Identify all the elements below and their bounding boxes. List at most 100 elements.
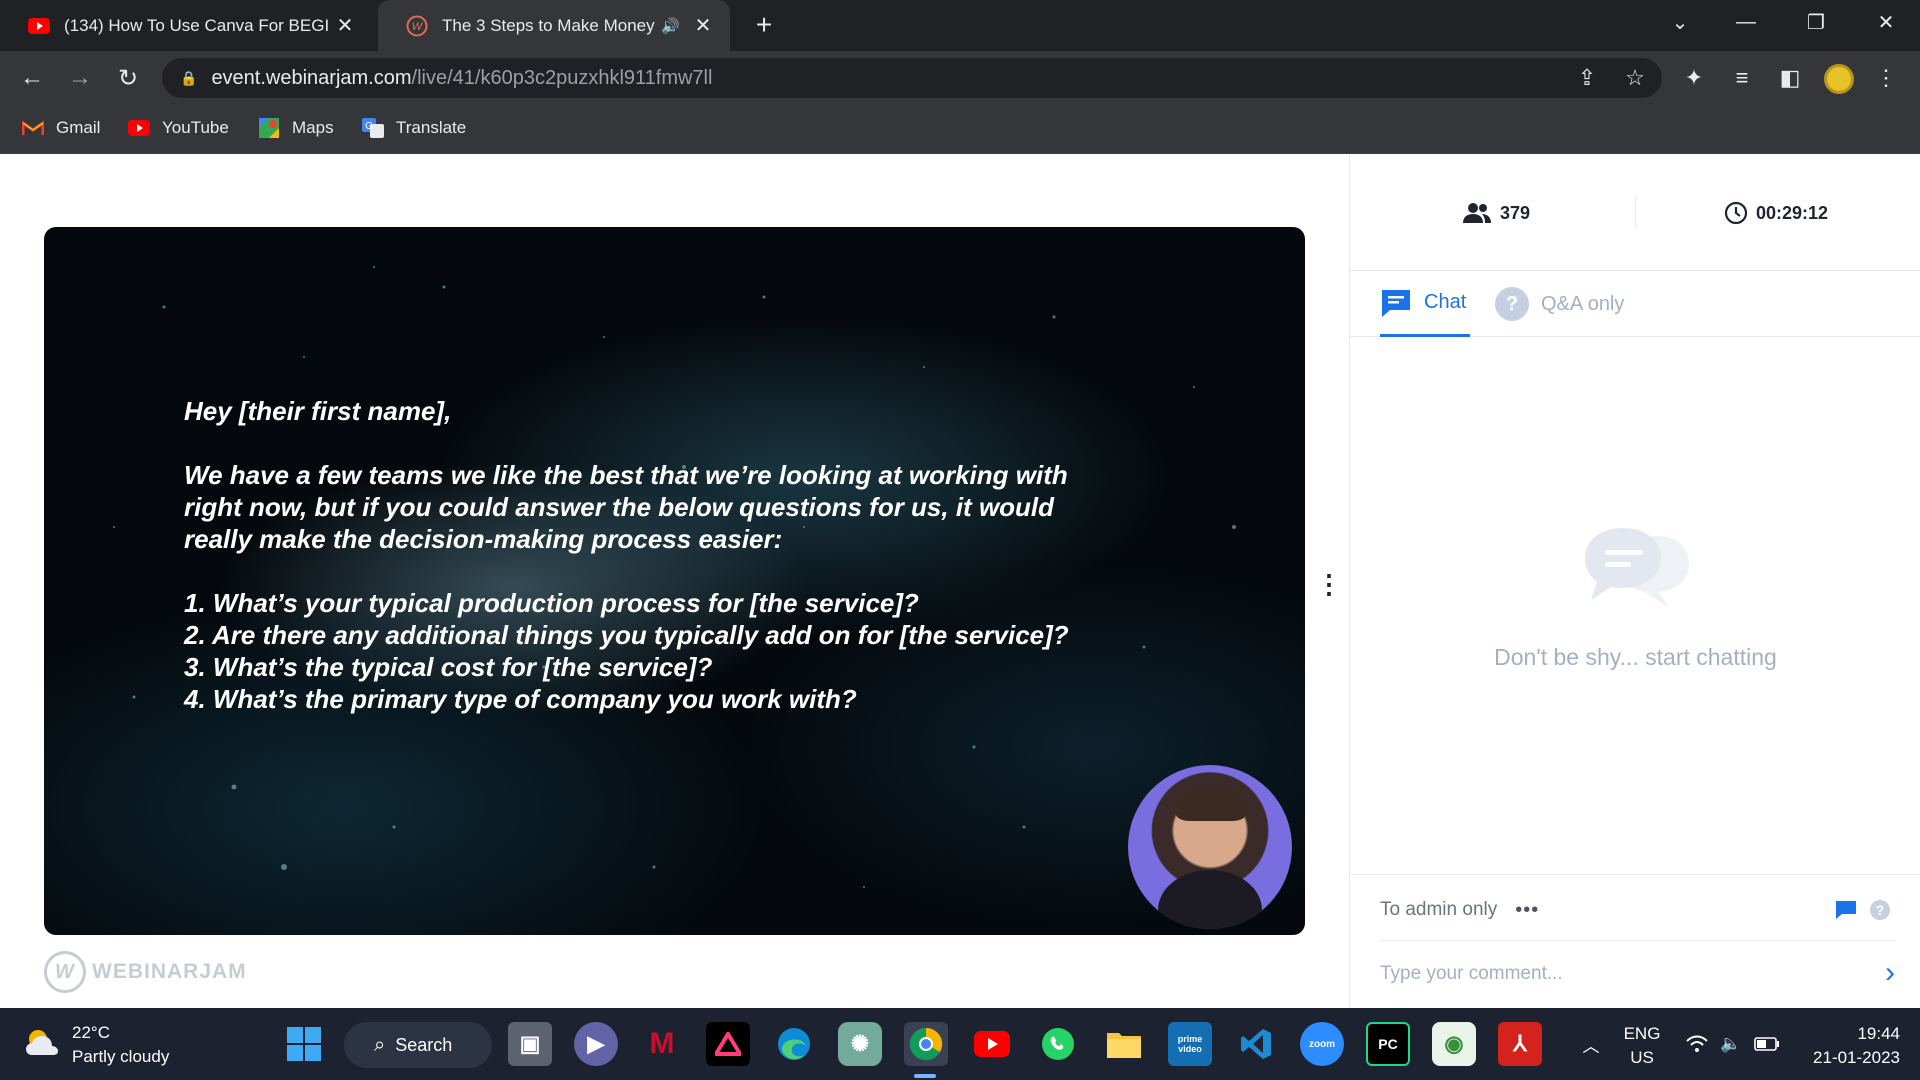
tab-title: The 3 Steps to Make Money: [442, 15, 655, 35]
webinarjam-logo-mark: W: [44, 951, 86, 993]
bookmark-label: Gmail: [56, 117, 101, 137]
chat-tabs: Chat ? Q&A only: [1350, 271, 1920, 337]
youtube-icon: [28, 15, 50, 37]
logo-text: WEBINARJAM: [92, 960, 247, 983]
presenter-hair: [1176, 787, 1246, 821]
bookmark-label: YouTube: [162, 117, 229, 137]
extensions-icon[interactable]: ✦: [1678, 62, 1710, 94]
chat-sidebar: 379 00:29:12 Chat ? Q&A only Don't be sh…: [1349, 154, 1920, 1008]
slide-question: 3. What’s the typical cost for [the serv…: [184, 652, 713, 682]
clock-date: 21-01-2023: [1813, 1048, 1900, 1067]
pycharm-icon[interactable]: PC: [1366, 1022, 1410, 1066]
reload-icon[interactable]: ↻: [110, 60, 146, 96]
weather-temperature: 22°C: [72, 1023, 110, 1042]
more-options-icon[interactable]: ⋮: [1311, 554, 1347, 614]
webinarjam-logo: W WEBINARJAM: [44, 950, 247, 994]
new-tab-button[interactable]: +: [748, 9, 780, 41]
vscode-icon[interactable]: [1234, 1022, 1278, 1066]
svg-text:G: G: [365, 121, 373, 132]
composer-divider: [1350, 874, 1920, 875]
android-studio-icon[interactable]: ◉: [1432, 1022, 1476, 1066]
ellipsis-icon[interactable]: •••: [1515, 899, 1539, 922]
volume-icon[interactable]: 🔈: [1716, 1008, 1746, 1080]
bookmark-youtube[interactable]: YouTube: [128, 105, 229, 150]
window-close-icon[interactable]: ✕: [1856, 0, 1916, 44]
media-control-icon[interactable]: ≡: [1726, 62, 1758, 94]
taskbar-search-label: Search: [395, 1034, 453, 1055]
tab-strip: (134) How To Use Canva For BEGINNERS ✕ W…: [0, 0, 1920, 51]
restore-icon[interactable]: ❐: [1786, 0, 1846, 44]
search-icon: ⌕: [374, 1033, 386, 1056]
recipient-label: To admin only: [1380, 899, 1498, 920]
slide-intro-line: right now, but if you could answer the b…: [184, 492, 1055, 522]
adobe-app-icon[interactable]: [706, 1022, 750, 1066]
system-clock[interactable]: 19:44 21-01-2023: [1800, 1022, 1900, 1070]
speaker-icon[interactable]: 🔊: [661, 17, 680, 35]
clock-time: 19:44: [1857, 1024, 1900, 1043]
chrome-icon[interactable]: [904, 1022, 948, 1066]
bookmark-star-icon[interactable]: ☆: [1622, 65, 1648, 91]
tab-qa-only[interactable]: ? Q&A only: [1495, 271, 1624, 337]
people-icon: [1462, 202, 1492, 224]
tab-qa-label: Q&A only: [1541, 292, 1625, 315]
close-icon[interactable]: ✕: [692, 15, 714, 37]
svg-text:?: ?: [1876, 902, 1885, 918]
youtube-app-icon[interactable]: [970, 1022, 1014, 1066]
side-panel-icon[interactable]: ◧: [1774, 62, 1806, 94]
video-player[interactable]: Hey [their first name], We have a few te…: [44, 227, 1305, 935]
slide-question: 2. Are there any additional things you t…: [184, 620, 1069, 650]
zoom-icon[interactable]: zoom: [1300, 1022, 1344, 1066]
bookmark-translate[interactable]: G Translate: [362, 105, 466, 150]
wifi-icon[interactable]: [1682, 1008, 1712, 1080]
profile-avatar[interactable]: [1824, 64, 1854, 94]
lang-primary: ENG: [1623, 1024, 1661, 1043]
teams-chat-icon[interactable]: ▶: [574, 1022, 618, 1066]
show-hidden-icons-icon[interactable]: ︿: [1576, 1008, 1606, 1080]
tab-webinar[interactable]: W The 3 Steps to Make Money 🔊 ✕: [378, 0, 730, 51]
tab-youtube[interactable]: (134) How To Use Canva For BEGINNERS ✕: [0, 0, 372, 51]
close-icon[interactable]: ✕: [334, 15, 356, 37]
send-icon[interactable]: ›: [1875, 956, 1905, 989]
question-mode-icon[interactable]: ?: [1866, 896, 1894, 924]
prime-video-icon[interactable]: prime video: [1168, 1022, 1212, 1066]
language-indicator[interactable]: ENG US: [1620, 1022, 1664, 1070]
menu-icon[interactable]: ⋮: [1870, 62, 1902, 94]
chatgpt-icon[interactable]: ✺: [838, 1022, 882, 1066]
edge-icon[interactable]: [772, 1022, 816, 1066]
windows-start-icon[interactable]: [282, 1022, 326, 1066]
slide-question: 4. What’s the primary type of company yo…: [184, 684, 857, 714]
tab-search-icon[interactable]: ⌄: [1650, 0, 1710, 44]
file-explorer-icon[interactable]: [1102, 1022, 1146, 1066]
minimize-icon[interactable]: —: [1716, 0, 1776, 44]
bookmark-gmail[interactable]: Gmail: [22, 105, 100, 150]
partly-cloudy-icon: [24, 1027, 60, 1064]
whatsapp-icon[interactable]: [1036, 1022, 1080, 1066]
bookmark-maps[interactable]: Maps: [258, 105, 334, 150]
comment-input[interactable]: [1380, 954, 1850, 994]
translate-icon: G: [362, 117, 384, 138]
mcafee-icon[interactable]: M: [640, 1022, 684, 1066]
weather-widget[interactable]: 22°C Partly cloudy: [24, 1022, 169, 1068]
tab-chat[interactable]: Chat: [1380, 271, 1471, 337]
presenter-webcam: [1128, 765, 1292, 929]
bookmark-label: Translate: [396, 117, 467, 137]
address-bar[interactable]: 🔒 event.webinarjam.com/live/41/k60p3c2pu…: [162, 58, 1662, 98]
youtube-icon: [128, 119, 150, 137]
stats-divider: [1635, 196, 1636, 228]
presenter-body: [1158, 870, 1262, 929]
taskbar-search[interactable]: ⌕ Search: [344, 1022, 492, 1068]
clock-icon: [1724, 201, 1748, 225]
bookmark-label: Maps: [292, 117, 334, 137]
recipient-selector[interactable]: To admin only •••: [1380, 892, 1539, 928]
forward-icon[interactable]: →: [62, 60, 98, 96]
share-icon[interactable]: ⇪: [1574, 65, 1600, 91]
acrobat-icon[interactable]: ⅄: [1498, 1022, 1542, 1066]
url-host: event.webinarjam.com: [211, 66, 412, 89]
slide-question: 1. What’s your typical production proces…: [184, 588, 919, 618]
chat-mode-icon[interactable]: [1832, 896, 1860, 924]
task-view-icon[interactable]: ▣: [508, 1022, 552, 1066]
battery-icon[interactable]: [1752, 1008, 1782, 1080]
slide-greeting: Hey [their first name],: [184, 396, 452, 426]
back-icon[interactable]: ←: [14, 60, 50, 96]
composer-line: [1380, 940, 1896, 941]
